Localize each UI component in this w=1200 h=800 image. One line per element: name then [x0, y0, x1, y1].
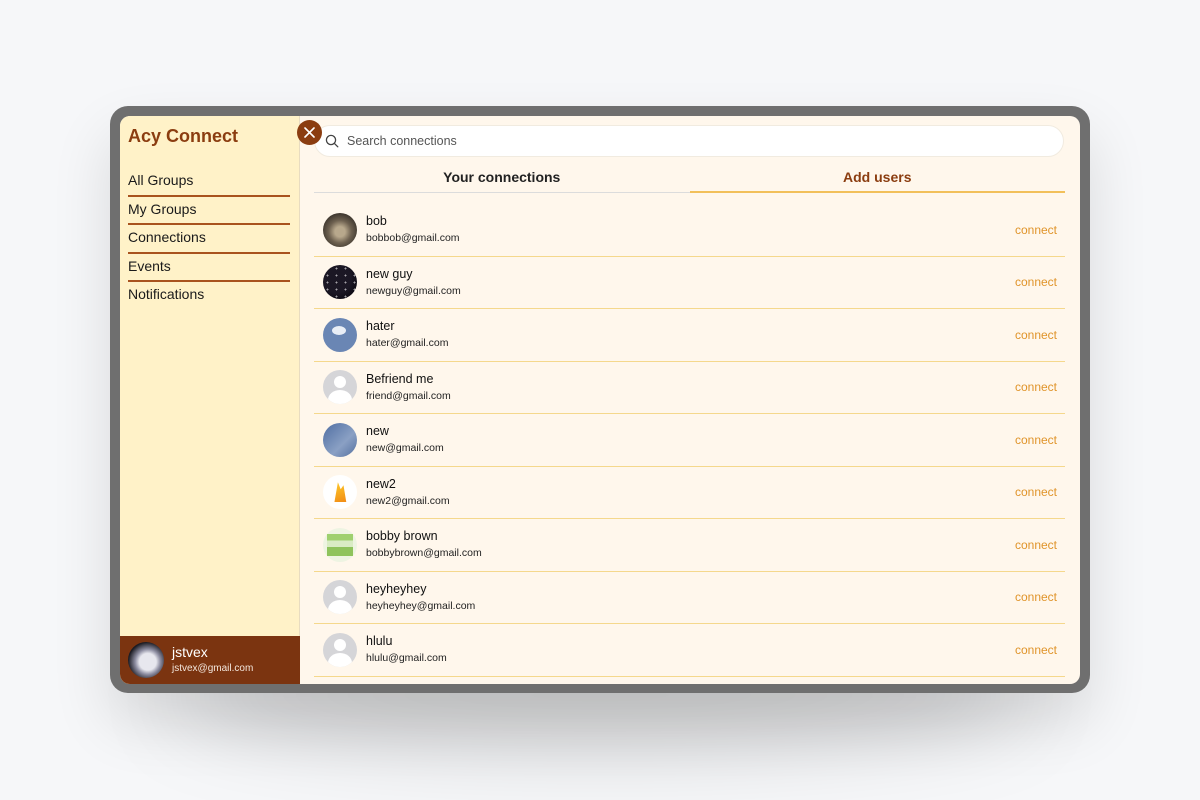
user-name: new guy [366, 266, 413, 281]
user-name: heyheyhey [366, 581, 427, 596]
list-item: heyheyhey heyheyhey@gmail.com connect [314, 572, 1065, 624]
user-email: newguy@gmail.com [366, 284, 461, 297]
tab-add-users[interactable]: Add users [689, 166, 1065, 193]
user-email: bobbob@gmail.com [366, 232, 460, 245]
connect-button[interactable]: connect [1015, 380, 1057, 394]
close-icon [304, 127, 315, 138]
main-content: Your connections Add users bob bobbob@gm… [300, 116, 1080, 684]
user-email: bobbybrown@gmail.com [366, 547, 482, 560]
avatar [323, 265, 357, 300]
current-user-card[interactable]: jstvex jstvex@gmail.com [120, 636, 300, 684]
connect-button[interactable]: connect [1015, 538, 1057, 552]
connect-button[interactable]: connect [1015, 328, 1057, 342]
app-window: Acy Connect All Groups My Groups Connect… [120, 116, 1080, 684]
list-item: new new@gmail.com connect [314, 414, 1065, 467]
default-avatar-icon [323, 370, 357, 405]
sidebar-item-notifications[interactable]: Notifications [128, 282, 290, 311]
avatar [323, 422, 357, 457]
connect-button[interactable]: connect [1015, 433, 1057, 447]
connect-button[interactable]: connect [1015, 643, 1057, 657]
user-name: Befriend me [366, 371, 434, 386]
default-avatar-icon [323, 580, 357, 615]
user-email: friend@gmail.com [366, 389, 451, 402]
list-item: hater hater@gmail.com connect [314, 309, 1065, 362]
connect-button[interactable]: connect [1015, 275, 1057, 289]
user-name: hlulu [366, 634, 393, 649]
tab-bar: Your connections Add users [314, 166, 1065, 193]
search-icon [325, 134, 339, 148]
close-sidebar-button[interactable] [297, 120, 322, 145]
current-user-email: jstvex@gmail.com [172, 663, 254, 674]
search-bar [314, 125, 1064, 157]
list-item: hlulu hlulu@gmail.com connect [314, 624, 1065, 677]
device-frame: Acy Connect All Groups My Groups Connect… [110, 106, 1090, 693]
user-name: new2 [366, 476, 396, 491]
avatar [128, 642, 164, 678]
user-name: bobby brown [366, 529, 438, 544]
user-name: hater [366, 319, 395, 334]
user-list: bob bobbob@gmail.com connect new guy new… [314, 204, 1065, 677]
avatar [323, 212, 357, 247]
search-input[interactable] [347, 134, 1027, 148]
avatar [323, 527, 357, 562]
user-email: new2@gmail.com [366, 494, 450, 507]
user-email: heyheyhey@gmail.com [366, 599, 476, 612]
user-name: bob [366, 214, 387, 229]
sidebar: Acy Connect All Groups My Groups Connect… [120, 116, 300, 684]
user-name: new [366, 424, 389, 439]
list-item: bobby brown bobbybrown@gmail.com connect [314, 519, 1065, 572]
user-email: new@gmail.com [366, 442, 444, 455]
list-item: new guy newguy@gmail.com connect [314, 257, 1065, 309]
list-item: Befriend me friend@gmail.com connect [314, 362, 1065, 414]
connect-button[interactable]: connect [1015, 223, 1057, 237]
user-email: hlulu@gmail.com [366, 652, 447, 665]
sidebar-item-events[interactable]: Events [128, 254, 290, 282]
app-title: Acy Connect [128, 126, 239, 146]
tab-your-connections[interactable]: Your connections [314, 166, 690, 193]
sidebar-item-my-groups[interactable]: My Groups [128, 197, 290, 225]
sidebar-nav: All Groups My Groups Connections Events … [128, 168, 290, 311]
user-email: hater@gmail.com [366, 337, 449, 350]
avatar [323, 317, 357, 352]
default-avatar-icon [323, 632, 357, 667]
sidebar-item-connections[interactable]: Connections [128, 225, 290, 254]
firebase-logo-icon [323, 475, 357, 510]
list-item: new2 new2@gmail.com connect [314, 467, 1065, 519]
connect-button[interactable]: connect [1015, 485, 1057, 499]
connect-button[interactable]: connect [1015, 590, 1057, 604]
sidebar-item-all-groups[interactable]: All Groups [128, 168, 290, 197]
list-item: bob bobbob@gmail.com connect [314, 204, 1065, 257]
current-user-name: jstvex [172, 644, 208, 660]
